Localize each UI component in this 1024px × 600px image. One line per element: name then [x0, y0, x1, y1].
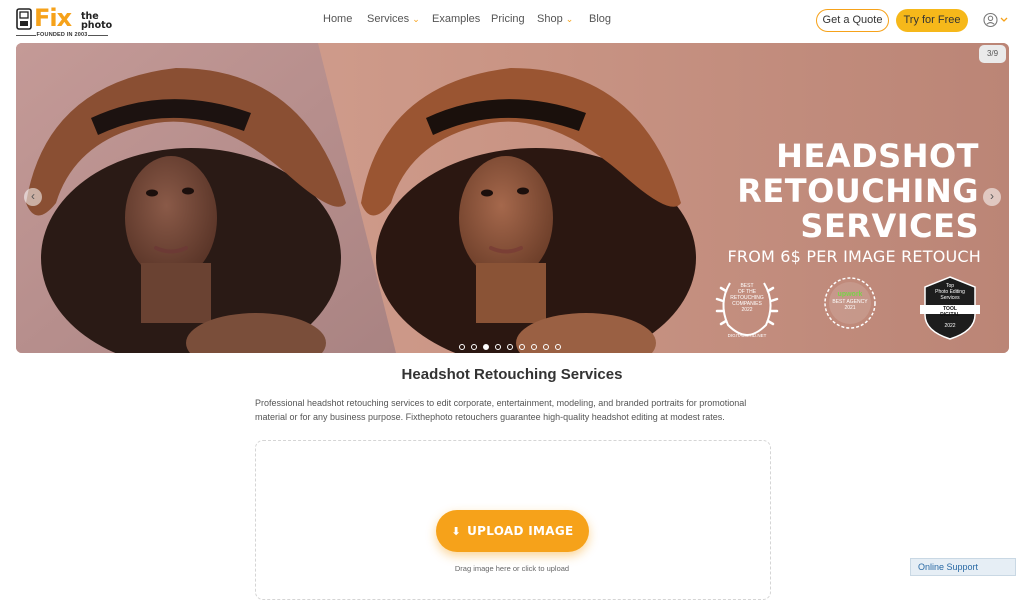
hero-headline: HEADSHOT RETOUCHING SERVICES — [737, 139, 979, 244]
slider-prev-button[interactable]: ‹ — [24, 188, 42, 206]
badge-line: 2022 — [741, 307, 753, 313]
badge-line: Services — [940, 295, 960, 301]
online-support-button[interactable]: Online Support — [910, 558, 1016, 576]
user-account-icon[interactable] — [983, 12, 1009, 28]
upload-image-label: UPLOAD IMAGE — [467, 524, 574, 538]
upload-image-button[interactable]: ⬇ UPLOAD IMAGE — [436, 510, 589, 552]
chevron-down-icon: ⌄ — [412, 14, 420, 24]
logo-mark-icon — [16, 8, 32, 30]
hero-headline-line: RETOUCHING — [737, 172, 979, 210]
badge-line: 2022 — [944, 323, 956, 329]
site-logo[interactable]: Fix the photo FOUNDED IN 2003 — [16, 4, 113, 41]
nav-services[interactable]: Services ⌄ — [367, 13, 420, 25]
badge-line: DIGITAL — [940, 312, 960, 318]
logo-fix-text: Fix — [34, 4, 72, 32]
slider-dot[interactable] — [471, 344, 477, 350]
badge-line: 2021 — [844, 305, 856, 311]
chevron-down-icon: ⌄ — [565, 14, 574, 24]
slide-counter: 3/9 — [979, 45, 1006, 63]
slider-dot[interactable] — [507, 344, 513, 350]
award-badge-text: BEST OF THE RETOUCHING COMPANIES 2022 — [712, 283, 782, 313]
slider-pagination — [459, 337, 567, 355]
nav-pricing[interactable]: Pricing — [491, 13, 525, 25]
slider-dot[interactable] — [555, 344, 561, 350]
award-badge-text: Top Photo Editing Services — [919, 283, 981, 301]
nav-shop[interactable]: Shop ⌄ — [537, 13, 573, 25]
logo-thephoto-text: the photo — [81, 12, 113, 31]
nav-blog[interactable]: Blog — [589, 13, 611, 25]
slider-dot[interactable] — [519, 344, 525, 350]
award-badge-top-editing: Top Photo Editing Services TOOL DIGITAL … — [919, 275, 981, 343]
logo-photo-text: photo — [81, 20, 113, 31]
slider-dot[interactable] — [531, 344, 537, 350]
hero-subline: FROM 6$ PER IMAGE RETOUCH — [727, 247, 981, 266]
nav-shop-label: Shop — [537, 13, 563, 25]
award-badge-upwork: upwork BEST AGENCY 2021 — [822, 275, 878, 333]
hero-headline-line: SERVICES — [800, 207, 979, 245]
nav-home[interactable]: Home — [323, 13, 352, 25]
page-title: Headshot Retouching Services — [401, 366, 623, 383]
slider-dot[interactable] — [495, 344, 501, 350]
logo-founded-text: FOUNDED IN 2003 — [16, 32, 108, 38]
slider-next-button[interactable]: › — [983, 188, 1001, 206]
nav-examples[interactable]: Examples — [432, 13, 480, 25]
chevron-left-icon: ‹ — [31, 189, 35, 203]
page-description: Professional headshot retouching service… — [255, 398, 747, 422]
chevron-right-icon: › — [990, 189, 994, 203]
slider-dot[interactable] — [543, 344, 549, 350]
badge-footer: DIGITALGRID.NET — [727, 333, 767, 338]
award-badge-text: upwork BEST AGENCY 2021 — [822, 291, 878, 311]
nav-services-label: Services — [367, 13, 410, 25]
upload-hint: Drag image here or click to upload — [454, 564, 570, 573]
site-header: Fix the photo FOUNDED IN 2003 Home Servic… — [0, 0, 1024, 42]
get-quote-button[interactable]: Get a Quote — [816, 9, 889, 32]
download-icon: ⬇ — [451, 525, 462, 538]
award-badge-ribbon: TOOL DIGITAL — [919, 306, 981, 318]
hero-slider[interactable]: HEADSHOT RETOUCHING SERVICES FROM 6$ PER… — [16, 43, 1009, 353]
badge-line: upwork — [837, 291, 863, 298]
award-badge-best-retouching: BEST OF THE RETOUCHING COMPANIES 2022 DI… — [712, 275, 782, 341]
try-free-button[interactable]: Try for Free — [896, 9, 968, 32]
slider-dot-active[interactable] — [483, 344, 489, 350]
hero-headline-line: HEADSHOT — [776, 137, 979, 175]
slider-dot[interactable] — [459, 344, 465, 350]
